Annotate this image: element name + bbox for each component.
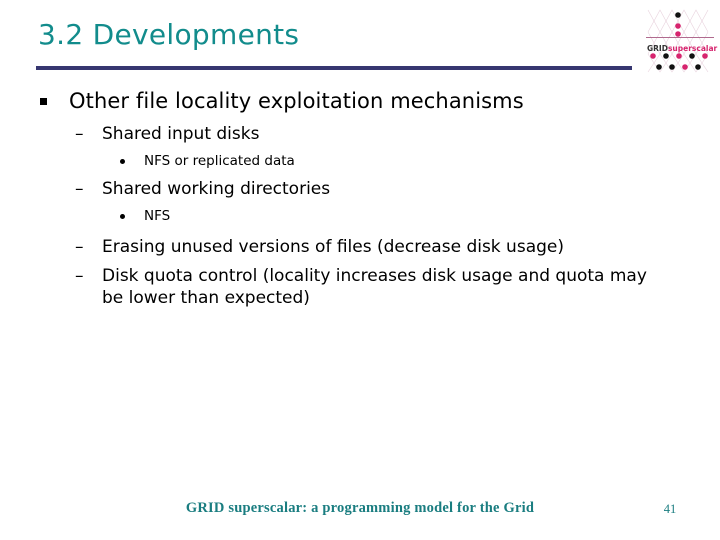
- dash-bullet-icon: –: [75, 266, 84, 286]
- bullet-label: Disk quota control (locality increases d…: [102, 266, 647, 308]
- title-block: 3.2 Developments: [38, 18, 638, 52]
- slide-number: 41: [663, 502, 677, 516]
- bullet-shared-input-disks: – Shared input disks: [0, 123, 720, 145]
- slide-body: Other file locality exploitation mechani…: [0, 88, 720, 316]
- slide-canvas: 3.2 Developments GRIDsuperscalar Other f…: [0, 0, 720, 540]
- bullet-label: NFS: [144, 208, 171, 224]
- bullet-nfs-or-replicated-data: NFS or replicated data: [0, 152, 720, 171]
- round-bullet-icon: [120, 207, 144, 226]
- bullet-label: Erasing unused versions of files (decrea…: [102, 237, 564, 257]
- logo-wordmark: GRIDsuperscalar: [647, 44, 718, 53]
- logo-word-grid: GRID: [647, 44, 668, 53]
- bullet-level1-label: Other file locality exploitation mechani…: [69, 89, 524, 113]
- bullet-erasing-unused-versions: – Erasing unused versions of files (decr…: [0, 236, 720, 258]
- grid-superscalar-logo: GRIDsuperscalar: [644, 4, 718, 74]
- bullet-level1: Other file locality exploitation mechani…: [0, 88, 720, 114]
- logo-divider: [646, 37, 714, 38]
- title-divider: [36, 66, 632, 70]
- round-bullet-icon: [120, 152, 144, 171]
- logo-word-superscalar: superscalar: [667, 44, 718, 53]
- footer-title: GRID superscalar: a programming model fo…: [185, 500, 535, 516]
- bullet-label: NFS or replicated data: [144, 153, 295, 169]
- dash-bullet-icon: –: [75, 237, 84, 257]
- bullet-nfs: NFS: [0, 207, 720, 226]
- dash-bullet-icon: –: [75, 179, 84, 199]
- bullet-shared-working-directories: – Shared working directories: [0, 178, 720, 200]
- square-bullet-icon: [40, 88, 69, 114]
- bullet-disk-quota-control: – Disk quota control (locality increases…: [0, 265, 720, 309]
- logo-lattice-icon: [647, 9, 709, 73]
- page-title: 3.2 Developments: [38, 18, 300, 51]
- dash-bullet-icon: –: [75, 124, 84, 144]
- bullet-label: Shared working directories: [102, 179, 331, 199]
- bullet-label: Shared input disks: [102, 124, 260, 144]
